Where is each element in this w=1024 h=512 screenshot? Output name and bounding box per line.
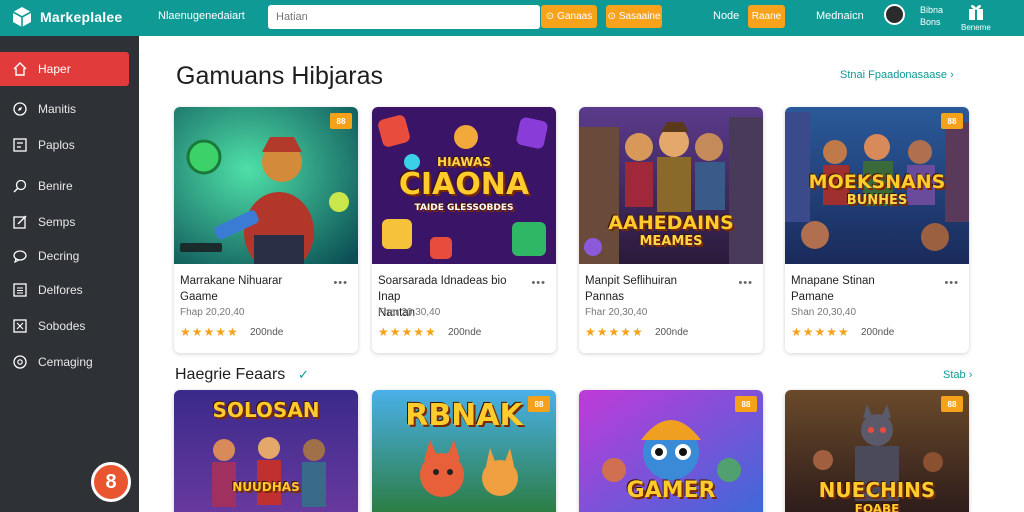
game-thumbnail[interactable]: 88 <box>174 107 358 264</box>
section-subtitle: Haegrie Feaars <box>175 366 286 383</box>
avatar[interactable] <box>884 4 905 25</box>
grid-icon <box>12 137 28 153</box>
art-title-text: CIAONA <box>398 167 530 202</box>
nav-link[interactable]: Nlaenugenedaiart <box>158 10 245 22</box>
home-icon <box>12 61 28 77</box>
chat-icon <box>12 248 28 264</box>
rating-stars: ★★★★★ <box>378 325 437 339</box>
sidebar-item-label: Delfores <box>38 283 83 297</box>
rating-count: 200nde <box>655 327 689 338</box>
game-card[interactable]: AAHEDAINS MEAMES Manpit Seflihuiran Pannas •… <box>579 107 763 353</box>
game-meta: Shan 20,30,40 <box>791 307 857 318</box>
game-card[interactable]: HIAWAS CIAONA TAIDE GLESSOBDES Soarsarada I… <box>372 107 556 353</box>
edit-icon <box>12 214 28 230</box>
game-thumbnail[interactable]: MOEKSNANS BUNHES 88 <box>785 107 969 264</box>
art-title-text: AAHEDAINS <box>608 212 734 234</box>
game-card[interactable]: 88 Marrakane Nihuarar Gaame ••• Fhap 20,20,4… <box>174 107 358 353</box>
chevron-right-icon: › <box>968 369 973 381</box>
featured-art-subtitle: FOABE <box>854 502 900 512</box>
rating-stars: ★★★★★ <box>791 325 850 339</box>
search-input[interactable] <box>268 5 540 29</box>
featured-art-title: GAMER <box>626 478 716 503</box>
sidebar-item-paplos[interactable]: Paplos <box>0 128 139 162</box>
badge: 88 <box>941 113 963 129</box>
user-link[interactable]: Mednaicn <box>816 10 864 22</box>
game-meta: Fhap 20,20,40 <box>180 307 245 318</box>
sidebar-item-label: Paplos <box>38 138 75 152</box>
see-all-link[interactable]: Stnai Fpaadonasaase › <box>840 69 954 81</box>
featured-card[interactable]: RBNAK 88 <box>372 390 556 512</box>
page-title: Gamuans Hibjaras <box>176 62 384 90</box>
brand[interactable]: Markeplalee <box>10 5 122 29</box>
game-thumbnail[interactable]: HIAWAS CIAONA TAIDE GLESSOBDES <box>372 107 556 264</box>
more-options-icon[interactable]: ••• <box>531 277 546 289</box>
sidebar-item-benire[interactable]: Benire <box>0 169 139 203</box>
badge: 88 <box>528 396 550 412</box>
node-link[interactable]: Node <box>713 10 739 22</box>
more-link[interactable]: Stab › <box>943 369 972 381</box>
game-meta: Fhar 20,30,40 <box>585 307 648 318</box>
art-subtitle-text: TAIDE GLESSOBDES <box>414 203 514 213</box>
chat-bubble-button[interactable]: 8 <box>91 462 131 502</box>
sidebar-item-delfores[interactable]: Delfores <box>0 273 139 307</box>
gift-label: Beneme <box>961 23 991 32</box>
brand-name: Markeplalee <box>40 9 123 25</box>
logo-cube-icon <box>12 7 32 27</box>
search-icon: ⊙ <box>545 11 555 22</box>
badge: 88 <box>330 113 352 129</box>
game-card[interactable]: MOEKSNANS BUNHES 88 Mnapane Stinan Pamane •••… <box>785 107 969 353</box>
game-title: Mnapane Stinan Pamane <box>791 275 875 303</box>
top-bar: Markeplalee Nlaenugenedaiart ⊙Ganaas ⊙Sa… <box>0 0 1024 36</box>
rating-count: 200nde <box>250 327 284 338</box>
sidebar-item-manitis[interactable]: Manitis <box>0 92 139 126</box>
art-subtitle-text: BUNHES <box>846 193 908 208</box>
sidebar-item-semps[interactable]: Semps <box>0 205 139 239</box>
sidebar-item-label: Haper <box>38 62 71 76</box>
badge: 88 <box>735 396 757 412</box>
node-button[interactable]: Raane <box>748 5 785 28</box>
box-icon <box>12 318 28 334</box>
rating-count: 200nde <box>448 327 482 338</box>
featured-art-subtitle: NUUDHAS <box>232 480 300 494</box>
settings-icon <box>12 354 28 370</box>
compass-icon <box>12 101 28 117</box>
art-title-text: MOEKSNANS <box>808 171 946 193</box>
search-button[interactable]: ⊙ Sasaaine <box>606 5 662 28</box>
sidebar-item-label: Sobodes <box>38 319 86 333</box>
game-meta: Fhar 20,30,40 <box>378 307 441 318</box>
art-subtitle-text: MEAMES <box>639 234 703 249</box>
game-title: Manpit Seflihuiran Pannas <box>585 275 678 303</box>
user-menu[interactable]: Bibna Bons <box>920 4 943 28</box>
sidebar-item-label: Semps <box>38 215 76 229</box>
game-thumbnail[interactable]: AAHEDAINS MEAMES <box>579 107 763 264</box>
badge: 88 <box>941 396 963 412</box>
sidebar-item-label: Manitis <box>38 102 77 116</box>
featured-card[interactable]: SOLOSAN NUUDHAS <box>174 390 358 512</box>
sidebar-item-cemaging[interactable]: Cemaging <box>0 345 139 379</box>
featured-card[interactable]: NUECHINS FOABE 88 <box>785 390 969 512</box>
chevron-right-icon: › <box>950 69 954 81</box>
search-icon <box>12 178 28 194</box>
more-options-icon[interactable]: ••• <box>333 277 348 289</box>
list-icon <box>12 282 28 298</box>
sidebar-item-haper[interactable]: Haper <box>0 52 129 86</box>
rating-stars: ★★★★★ <box>180 325 239 339</box>
check-icon: ✓ <box>298 367 309 382</box>
rating-stars: ★★★★★ <box>585 325 644 339</box>
sidebar-item-label: Cemaging <box>38 355 93 369</box>
sidebar-item-label: Decring <box>38 249 80 263</box>
games-button[interactable]: ⊙ Ganaas <box>541 5 597 28</box>
rating-count: 200nde <box>861 327 895 338</box>
magnifier-icon: ⊙ <box>607 11 616 22</box>
featured-card[interactable]: GAMER 88 <box>579 390 763 512</box>
featured-art-title: NUECHINS <box>818 478 936 502</box>
sidebar-item-sobodes[interactable]: Sobodes <box>0 309 139 343</box>
featured-art-title: SOLOSAN <box>212 398 320 422</box>
sidebar-item-decring[interactable]: Decring <box>0 239 139 273</box>
more-options-icon[interactable]: ••• <box>738 277 753 289</box>
game-title: Marrakane Nihuarar Gaame <box>180 275 283 303</box>
more-options-icon[interactable]: ••• <box>944 277 959 289</box>
sidebar-item-label: Benire <box>38 179 73 193</box>
gift-icon[interactable] <box>966 2 986 22</box>
